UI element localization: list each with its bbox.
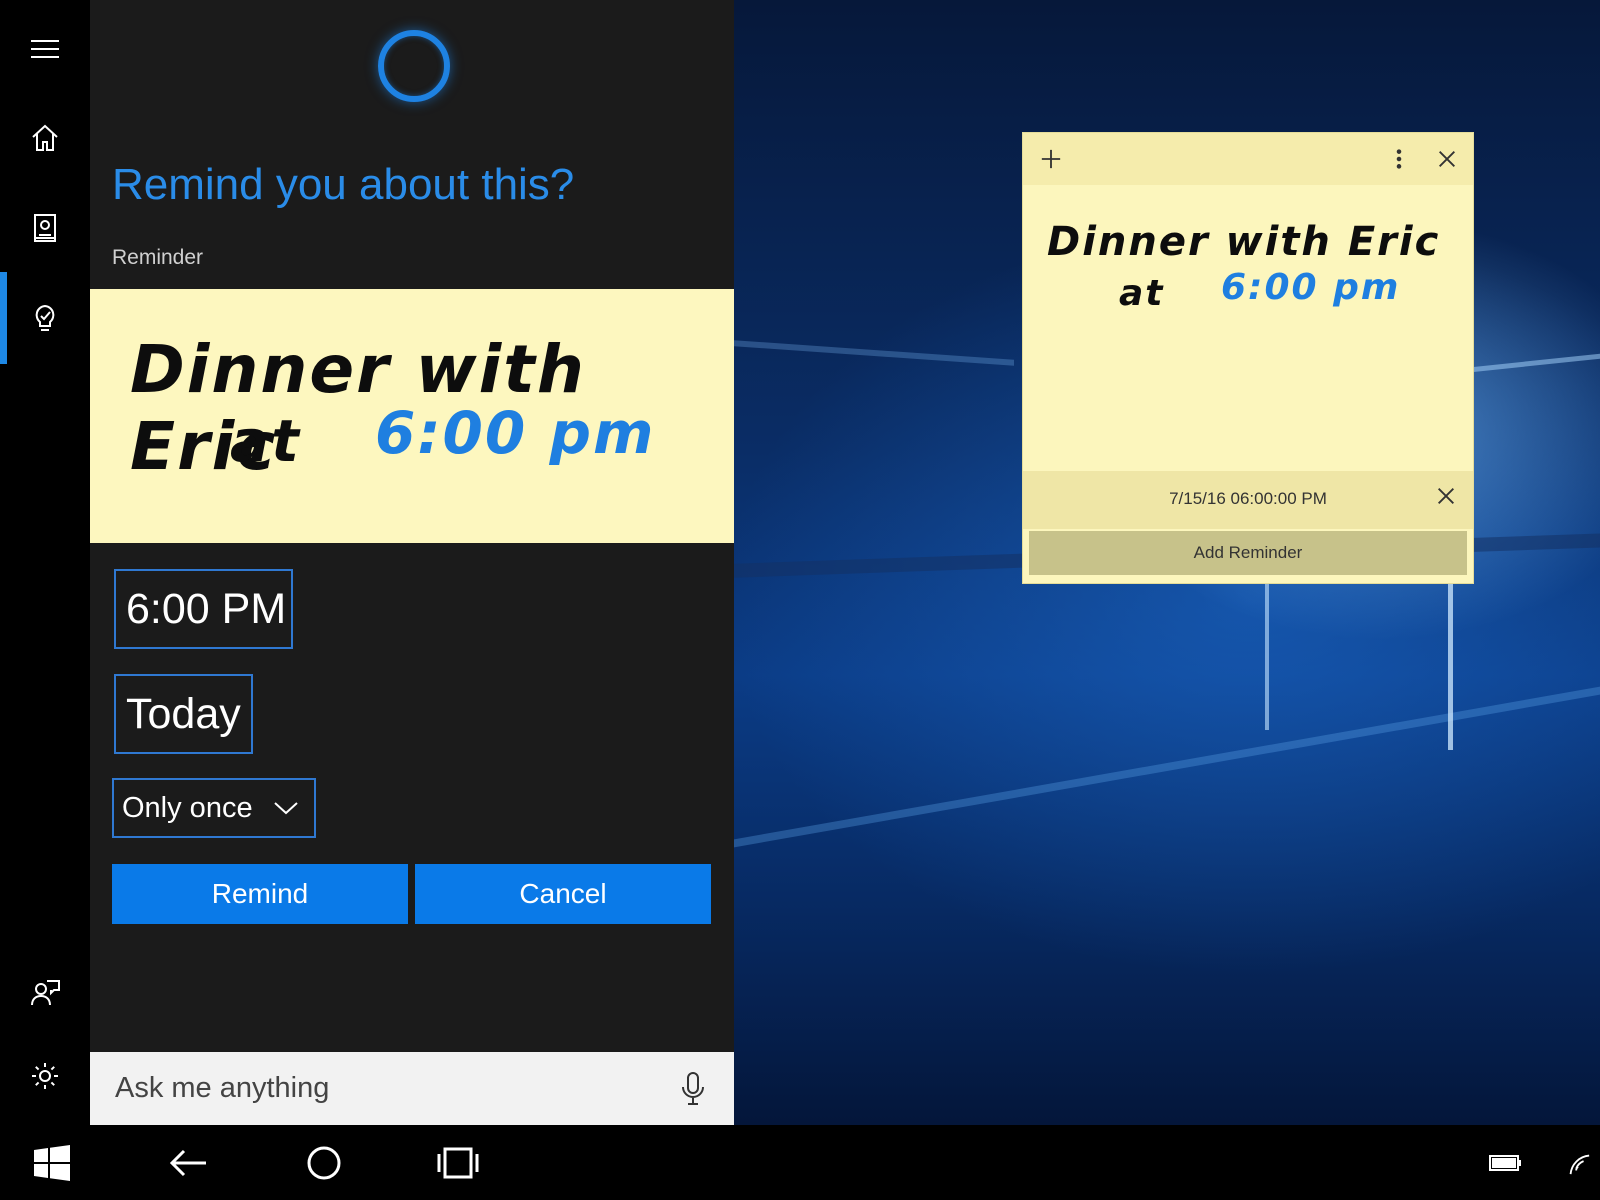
microphone-icon[interactable]	[680, 1071, 706, 1107]
cortana-taskbar-button[interactable]	[300, 1125, 348, 1200]
reminder-note-preview: Dinner with Eric at 6:00 pm	[90, 289, 734, 543]
reminder-label: Reminder	[112, 246, 204, 269]
menu-icon	[31, 40, 59, 58]
cortana-nav-rail	[0, 0, 90, 1125]
reminders-button[interactable]	[0, 283, 90, 353]
back-button[interactable]	[164, 1125, 212, 1200]
feedback-button[interactable]	[0, 958, 90, 1028]
sticky-note-window: Dinner with Eric at 6:00 pm 7/15/16 06:0…	[1022, 132, 1474, 584]
windows-start-icon	[34, 1144, 70, 1181]
cortana-logo-icon	[378, 30, 450, 102]
new-note-button[interactable]	[1037, 145, 1065, 173]
sticky-note-header	[1023, 133, 1473, 185]
cancel-button[interactable]: Cancel	[415, 864, 711, 924]
settings-button[interactable]	[0, 1041, 90, 1111]
battery-icon	[1489, 1154, 1521, 1171]
reminder-insight-bar: 7/15/16 06:00:00 PM	[1023, 471, 1473, 529]
network-status[interactable]	[1560, 1125, 1596, 1200]
wifi-icon	[1569, 1154, 1590, 1174]
chevron-down-icon	[274, 802, 298, 815]
task-view-button[interactable]	[434, 1125, 482, 1200]
page-title: Remind you about this?	[112, 160, 575, 209]
start-button[interactable]	[28, 1125, 76, 1200]
menu-button[interactable]	[0, 14, 90, 84]
search-box[interactable]	[90, 1052, 734, 1125]
close-icon	[1438, 488, 1454, 504]
settings-icon	[32, 1063, 58, 1089]
remind-button[interactable]: Remind	[112, 864, 408, 924]
back-icon	[169, 1149, 206, 1176]
close-note-button[interactable]	[1433, 145, 1461, 173]
sticky-text-time: 6:00 pm	[1221, 267, 1401, 308]
notebook-button[interactable]	[0, 193, 90, 263]
reminders-icon	[35, 304, 55, 331]
reminder-datetime: 7/15/16 06:00:00 PM	[1169, 489, 1327, 508]
wallpaper-beam	[1470, 352, 1600, 373]
wallpaper-beam	[1265, 580, 1269, 730]
note-text-time: 6:00 pm	[375, 399, 656, 467]
sticky-text-line1: Dinner with Eric	[1047, 219, 1441, 265]
cortana-circle-icon	[307, 1146, 341, 1179]
repeat-dropdown[interactable]: Only once	[112, 778, 316, 838]
sticky-text-at: at	[1119, 273, 1165, 314]
wallpaper-beam	[1448, 580, 1453, 750]
home-icon	[32, 124, 58, 151]
task-view-icon	[437, 1147, 479, 1178]
wallpaper-beam	[734, 680, 1600, 848]
wallpaper-beam	[734, 340, 1014, 366]
feedback-icon	[31, 980, 60, 1006]
close-icon	[1439, 151, 1455, 167]
note-menu-button[interactable]	[1385, 145, 1413, 173]
home-button[interactable]	[0, 103, 90, 173]
dismiss-reminder-button[interactable]	[1435, 485, 1459, 509]
note-text-at: at	[230, 407, 301, 475]
battery-status[interactable]	[1486, 1125, 1526, 1200]
search-input[interactable]	[113, 1071, 617, 1106]
plus-icon	[1041, 149, 1061, 169]
add-reminder-button[interactable]: Add Reminder	[1029, 531, 1467, 575]
notebook-icon	[34, 214, 56, 242]
date-picker[interactable]: Today	[114, 674, 253, 754]
repeat-dropdown-value: Only once	[122, 791, 253, 824]
time-picker[interactable]: 6:00 PM	[114, 569, 293, 649]
taskbar	[0, 1125, 1600, 1200]
more-vertical-icon	[1396, 149, 1402, 169]
